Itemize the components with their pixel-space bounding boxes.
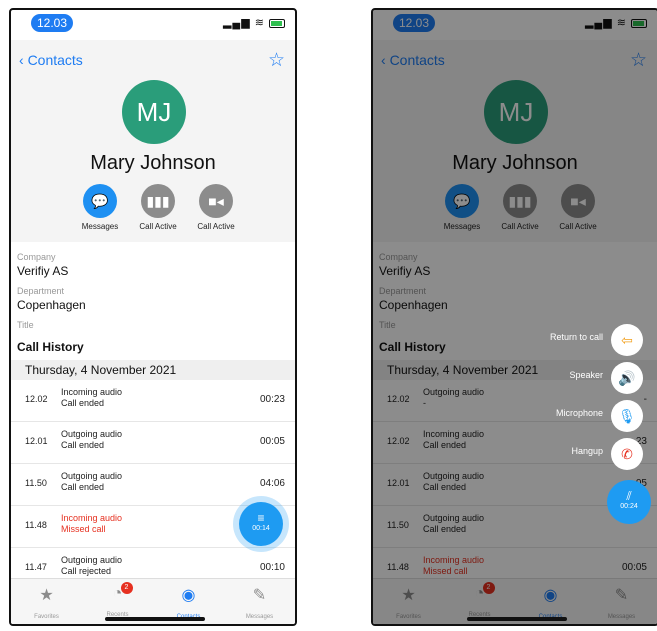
list-item[interactable]: 12.02 Incoming audio Call ended 00:23 — [11, 380, 295, 422]
action-label: Call Active — [197, 222, 235, 231]
call-active-video-button[interactable]: ■◂ Call Active — [193, 184, 239, 231]
company-value: Verifiy AS — [17, 264, 69, 278]
call-timer: 00:14 — [252, 525, 270, 532]
signal-wifi-battery-icons: ▂▄▆ ≋ — [223, 16, 285, 29]
active-call-fab[interactable]: ≡ 00:14 — [239, 502, 283, 546]
hangup-item[interactable]: Hangup ✆ — [409, 436, 649, 474]
person-icon: ◉ — [181, 587, 196, 604]
call-status: Call rejected — [61, 566, 112, 576]
call-history-heading: Call History — [17, 340, 84, 354]
menu-label: Return to call — [549, 332, 603, 342]
call-type: Outgoing audio — [61, 429, 123, 439]
call-type: Outgoing audio — [61, 471, 123, 481]
list-item[interactable]: 11.50 Outgoing audio Call ended 04:06 — [11, 464, 295, 506]
call-action-menu: Return to call ⇦ Speaker 🔊 Microphone 🎙 Han… — [409, 322, 649, 474]
list-item[interactable]: 12.01 Outgoing audio Call ended 00:05 — [11, 422, 295, 464]
home-indicator — [467, 617, 567, 621]
menu-lines-icon: ≡ — [257, 511, 265, 525]
company-label: Company — [17, 252, 56, 262]
call-history-list: 12.02 Incoming audio Call ended 00:23 12.01… — [11, 380, 295, 590]
call-timer: 00:24 — [620, 503, 638, 510]
close-lines-icon: ⫽ — [626, 489, 632, 503]
call-time: 12.02 — [25, 394, 48, 404]
call-duration: 00:23 — [259, 394, 285, 405]
tab-favorites[interactable]: ★ Favorites — [17, 585, 77, 624]
call-time: 11.50 — [25, 478, 47, 488]
menu-label: Hangup — [571, 446, 603, 456]
call-time: 11.47 — [25, 562, 47, 572]
department-value: Copenhagen — [17, 298, 86, 312]
department-label: Department — [17, 286, 65, 296]
call-type: Incoming audio — [61, 387, 123, 397]
audio-bars-icon: ▮▮▮ — [141, 184, 175, 218]
messages-button[interactable]: 💬 Messages — [77, 184, 123, 231]
menu-label: Microphone — [555, 408, 603, 418]
video-camera-icon: ■◂ — [199, 184, 233, 218]
call-duration: 00:05 — [259, 436, 285, 447]
action-label: Messages — [81, 222, 119, 231]
date-header: Thursday, 4 November 2021 — [11, 360, 295, 380]
recents-badge: 2 — [120, 582, 133, 594]
active-call-fab[interactable]: ⫽ 00:24 — [607, 480, 651, 524]
tab-label: Favorites — [34, 614, 59, 620]
status-bar: 12.03 ▂▄▆ ≋ — [11, 10, 295, 40]
call-type: Outgoing audio — [61, 555, 123, 565]
phone-screen-call-menu: 12.03 ▂▄▆ ≋ ‹ Contacts ☆ MJ Mary Johnson… — [371, 8, 657, 626]
call-status: Call ended — [61, 440, 105, 450]
back-label: Contacts — [27, 52, 83, 68]
title-label: Title — [17, 320, 34, 330]
call-status: Call ended — [61, 482, 105, 492]
microphone-icon: 🎙 — [611, 400, 643, 432]
battery-icon — [269, 18, 285, 28]
favorite-star-icon[interactable]: ☆ — [268, 49, 285, 72]
call-status: Missed call — [61, 524, 106, 534]
avatar: MJ — [122, 80, 186, 144]
tab-label: Messages — [245, 614, 274, 620]
contact-name: Mary Johnson — [90, 152, 216, 174]
call-active-audio-button[interactable]: ▮▮▮ Call Active — [135, 184, 181, 231]
return-to-call-item[interactable]: Return to call ⇦ — [409, 322, 649, 360]
chat-bubble-icon: 💬 — [83, 184, 117, 218]
status-time: 12.03 — [31, 14, 73, 32]
compose-icon: ✎ — [252, 587, 267, 604]
back-button[interactable]: ‹ Contacts — [19, 52, 83, 68]
dim-overlay[interactable] — [373, 10, 657, 624]
call-duration: 00:10 — [259, 562, 285, 573]
contact-header: ‹ Contacts ☆ MJ Mary Johnson 💬 Messages ▮… — [11, 40, 295, 242]
phone-hangup-icon: ✆ — [611, 438, 643, 470]
call-time: 12.01 — [25, 436, 48, 446]
phone-screen-contact: 12.03 ▂▄▆ ≋ ‹ Contacts ☆ MJ Mary Johnson… — [9, 8, 297, 626]
star-icon: ★ — [39, 587, 54, 604]
home-indicator — [105, 617, 205, 621]
speaker-item[interactable]: Speaker 🔊 — [409, 360, 649, 398]
contact-actions: 💬 Messages ▮▮▮ Call Active ■◂ Call Active — [77, 184, 239, 231]
clock-icon: ◔ — [112, 585, 123, 602]
call-time: 11.48 — [25, 520, 47, 530]
microphone-item[interactable]: Microphone 🎙 — [409, 398, 649, 436]
call-duration: 04:06 — [259, 478, 285, 489]
speaker-icon: 🔊 — [611, 362, 643, 394]
contact-info: Company Verifiy AS Department Copenhagen… — [17, 250, 86, 332]
action-label: Call Active — [139, 222, 177, 231]
menu-label: Speaker — [569, 370, 603, 380]
call-type: Incoming audio — [61, 513, 123, 523]
arrow-left-icon: ⇦ — [611, 324, 643, 356]
tab-messages[interactable]: ✎ Messages — [230, 585, 290, 624]
call-status: Call ended — [61, 398, 105, 408]
